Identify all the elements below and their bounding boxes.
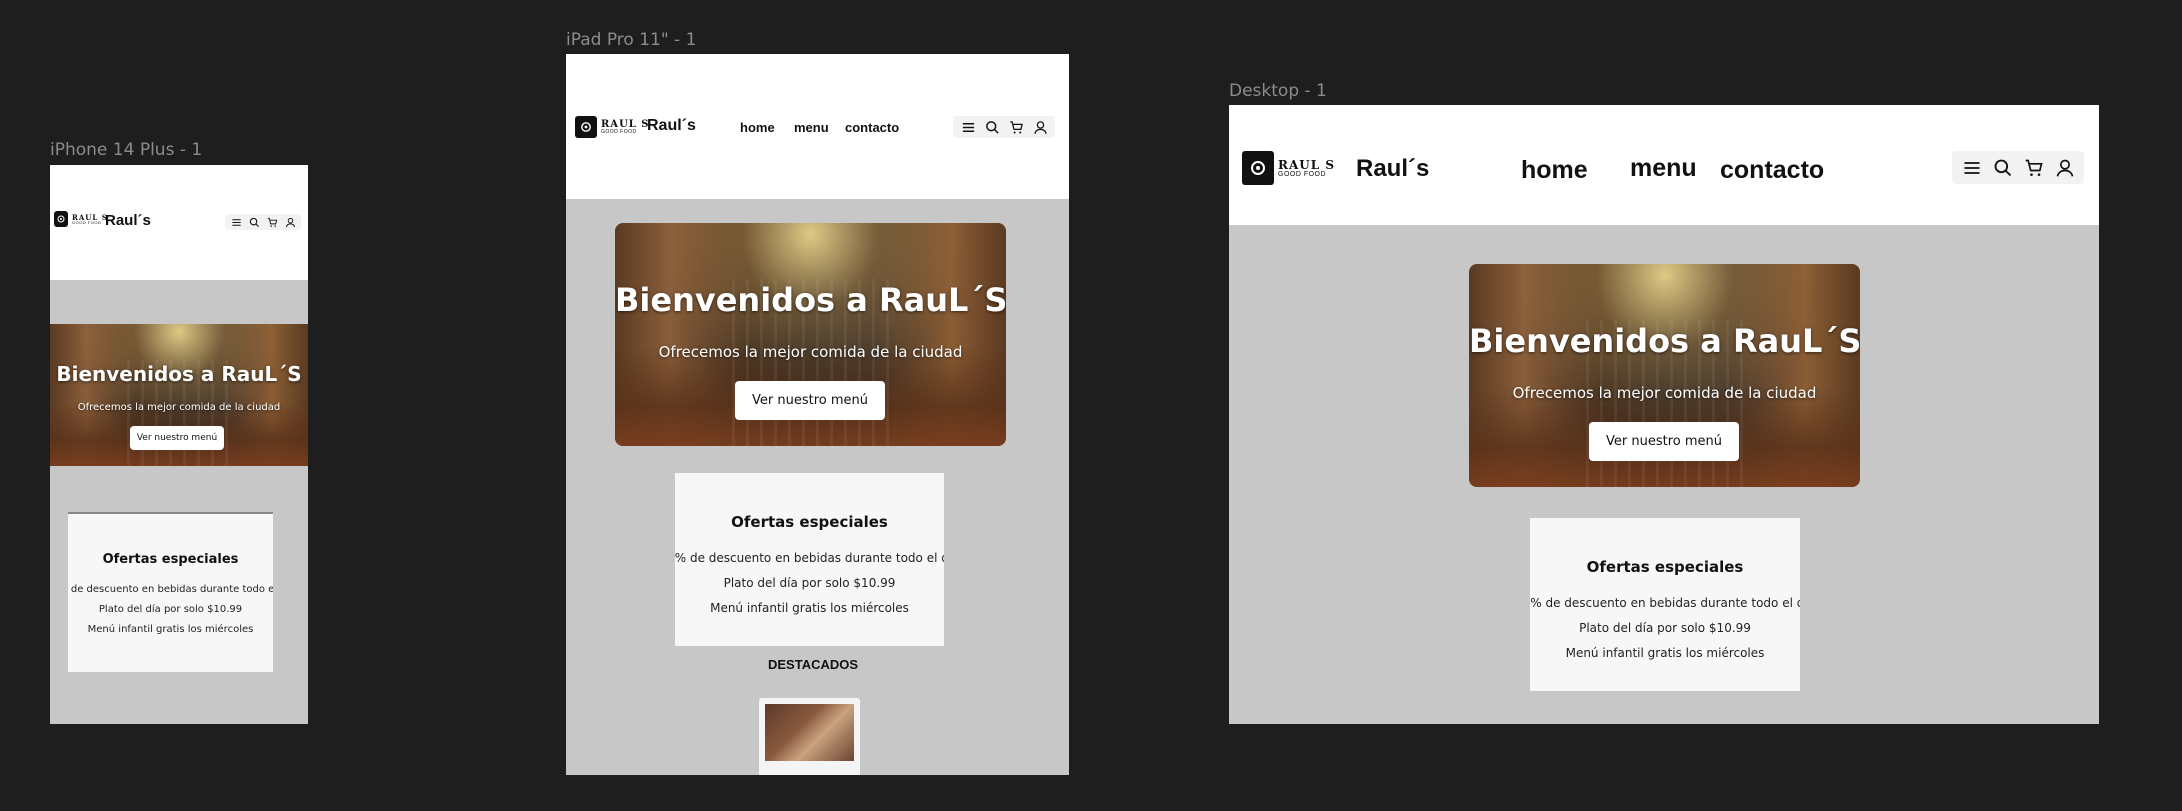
offers-title: Ofertas especiales bbox=[731, 513, 888, 531]
offers-card: Ofertas especiales 50% de descuento en b… bbox=[68, 512, 273, 672]
offers-title: Ofertas especiales bbox=[102, 552, 239, 567]
frame-label-iphone: iPhone 14 Plus - 1 bbox=[50, 140, 203, 160]
ipad-frame: RAUL S GOOD FOOD Raul´s home menu contac… bbox=[566, 54, 1069, 775]
hero-title: Bienvenidos a RauL´S bbox=[1469, 322, 1860, 360]
cart-icon[interactable] bbox=[1004, 120, 1028, 135]
offer-item: 50% de descuento en bebidas durante todo… bbox=[1530, 596, 1800, 610]
logo[interactable]: RAUL S GOOD FOOD bbox=[1242, 151, 1335, 185]
logo-text: RAUL S GOOD FOOD bbox=[601, 118, 650, 135]
menu-icon[interactable] bbox=[1956, 158, 1987, 178]
search-icon[interactable] bbox=[245, 217, 263, 228]
offer-item: 50% de descuento en bebidas durante todo… bbox=[68, 584, 273, 595]
header: RAUL S GOOD FOOD Raul´s home menu contac… bbox=[566, 54, 1069, 199]
logo-main-text: RAUL S bbox=[1278, 157, 1336, 172]
view-menu-button[interactable]: Ver nuestro menú bbox=[130, 426, 224, 450]
offer-item: Plato del día por solo $10.99 bbox=[98, 604, 243, 615]
nav-menu[interactable]: menu bbox=[794, 120, 829, 135]
nav-contacto[interactable]: contacto bbox=[845, 120, 899, 135]
search-icon[interactable] bbox=[1987, 158, 2018, 178]
desktop-frame: RAUL S GOOD FOOD Raul´s home menu contac… bbox=[1229, 105, 2099, 724]
nav-home[interactable]: home bbox=[740, 120, 775, 135]
hero-subtitle: Ofrecemos la mejor comida de la ciudad bbox=[658, 343, 963, 361]
offers-card: Ofertas especiales 50% de descuento en b… bbox=[675, 473, 944, 646]
logo-sub-text: GOOD FOOD bbox=[72, 219, 102, 225]
featured-title: DESTACADOS bbox=[768, 657, 859, 672]
logo-main-text: RAUL S bbox=[601, 118, 650, 130]
hero-banner: Bienvenidos a RauL´S Ofrecemos la mejor … bbox=[615, 223, 1006, 446]
brand-name: Raul´s bbox=[647, 117, 696, 134]
search-icon[interactable] bbox=[980, 120, 1004, 135]
offer-item: Menú infantil gratis los miércoles bbox=[1565, 646, 1765, 660]
featured-card[interactable] bbox=[759, 698, 860, 775]
offer-item: 50% de descuento en bebidas durante todo… bbox=[675, 551, 944, 565]
frame-label-desktop: Desktop - 1 bbox=[1229, 81, 1327, 101]
hero-banner: Bienvenidos a RauL´S Ofrecemos la mejor … bbox=[1469, 264, 1860, 487]
header-icons bbox=[953, 116, 1055, 138]
brand-name: Raul´s bbox=[105, 212, 151, 229]
logo-mark bbox=[575, 116, 597, 138]
header: RAUL S GOOD FOOD Raul´s bbox=[50, 165, 308, 280]
user-icon[interactable] bbox=[281, 217, 299, 228]
offer-item: Menú infantil gratis los miércoles bbox=[710, 601, 909, 615]
logo-mark bbox=[1242, 151, 1274, 185]
view-menu-button[interactable]: Ver nuestro menú bbox=[1589, 422, 1739, 461]
hero-title: Bienvenidos a RauL´S bbox=[615, 281, 1006, 319]
nav-menu[interactable]: menu bbox=[1630, 154, 1697, 183]
header-icons bbox=[1952, 151, 2084, 184]
featured-card-image bbox=[765, 704, 854, 761]
hero-subtitle: Ofrecemos la mejor comida de la ciudad bbox=[1512, 384, 1817, 402]
offers-card: Ofertas especiales 50% de descuento en b… bbox=[1530, 518, 1800, 691]
brand-name: Raul´s bbox=[1356, 155, 1430, 182]
logo-sub-text: GOOD FOOD bbox=[1278, 170, 1327, 178]
offer-item: Plato del día por solo $10.99 bbox=[723, 576, 896, 590]
menu-icon[interactable] bbox=[956, 120, 980, 135]
menu-icon[interactable] bbox=[227, 217, 245, 228]
logo-sub-text: GOOD FOOD bbox=[601, 128, 637, 135]
offers-title: Ofertas especiales bbox=[1586, 558, 1744, 576]
offer-item: Plato del día por solo $10.99 bbox=[1579, 621, 1751, 635]
logo[interactable]: RAUL S GOOD FOOD bbox=[54, 211, 108, 227]
iphone-frame: RAUL S GOOD FOOD Raul´s Bienvenidos a Ra… bbox=[50, 165, 308, 724]
hero-banner: Bienvenidos a RauL´S Ofrecemos la mejor … bbox=[50, 324, 308, 466]
frame-label-ipad: iPad Pro 11" - 1 bbox=[566, 30, 697, 50]
hero-title: Bienvenidos a RauL´S bbox=[56, 362, 302, 386]
header: RAUL S GOOD FOOD Raul´s home menu contac… bbox=[1229, 105, 2099, 225]
logo-text: RAUL S GOOD FOOD bbox=[1278, 159, 1335, 178]
logo-mark bbox=[54, 211, 68, 227]
offer-item: Menú infantil gratis los miércoles bbox=[87, 624, 254, 635]
hero-subtitle: Ofrecemos la mejor comida de la ciudad bbox=[77, 402, 281, 413]
nav-contacto[interactable]: contacto bbox=[1720, 156, 1824, 185]
user-icon[interactable] bbox=[2049, 158, 2080, 178]
cart-icon[interactable] bbox=[263, 217, 281, 228]
header-icons bbox=[225, 214, 301, 230]
cart-icon[interactable] bbox=[2018, 158, 2049, 178]
logo-text: RAUL S GOOD FOOD bbox=[72, 214, 108, 225]
nav-home[interactable]: home bbox=[1521, 156, 1588, 185]
view-menu-button[interactable]: Ver nuestro menú bbox=[735, 381, 885, 420]
user-icon[interactable] bbox=[1028, 120, 1052, 135]
logo[interactable]: RAUL S GOOD FOOD bbox=[575, 116, 650, 138]
